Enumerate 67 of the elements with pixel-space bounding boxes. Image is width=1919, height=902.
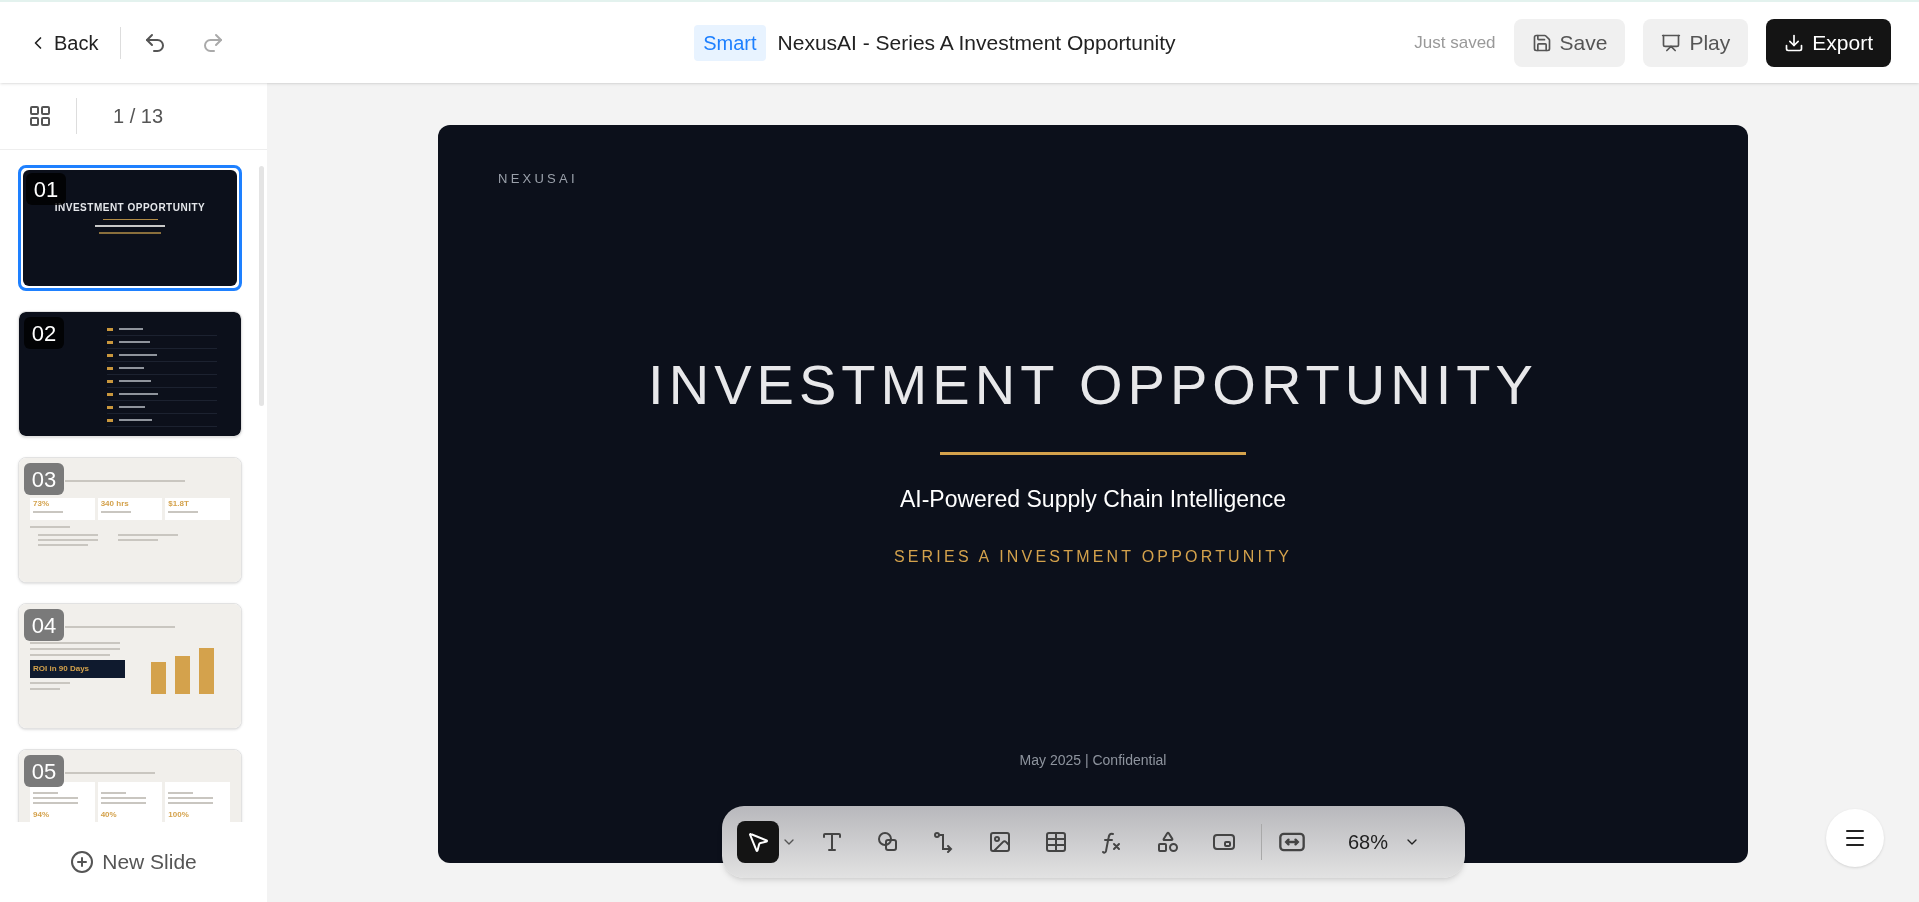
slide-title: INVESTMENT OPPORTUNITY <box>648 351 1538 418</box>
module-value: 94% <box>33 811 50 819</box>
text-line <box>38 544 88 546</box>
slide-thumbnail[interactable]: INVESTMENT OPPORTUNITY 01 <box>18 165 242 291</box>
stat-value: $1.8T <box>168 500 190 508</box>
slide-number: 04 <box>24 609 64 641</box>
text-line <box>33 511 63 513</box>
slide-tagline: SERIES A INVESTMENT OPPORTUNITY <box>893 546 1293 567</box>
module-value: 40% <box>100 811 118 819</box>
save-button[interactable]: Save <box>1513 18 1626 67</box>
text-line <box>100 511 131 513</box>
document-title: NexusAI - Series A Investment Opportunity <box>777 29 1176 56</box>
plus-icon <box>70 850 95 874</box>
back-button[interactable]: Back <box>28 27 99 58</box>
grid-icon <box>28 104 52 128</box>
text-line <box>168 792 194 794</box>
callout-text: ROI in 90 Days <box>33 663 90 675</box>
shapes-icon <box>1156 830 1180 854</box>
save-status: Just saved <box>1414 31 1496 54</box>
text-line <box>100 792 126 794</box>
mode-badge: Smart <box>694 24 766 61</box>
text-line <box>168 511 199 513</box>
page-counter: 1 / 13 <box>113 104 164 129</box>
zoom-dropdown[interactable]: 68% <box>1348 827 1421 857</box>
text-line <box>118 539 158 541</box>
image-icon <box>988 830 1012 854</box>
text-line <box>30 682 70 684</box>
text-line <box>168 797 214 799</box>
select-tool[interactable] <box>737 821 779 863</box>
stat-value: 73% <box>33 500 50 508</box>
download-icon <box>1784 32 1805 53</box>
module-value: 100% <box>168 811 190 819</box>
slide-number: 05 <box>24 755 64 787</box>
presentation-icon <box>1661 32 1682 53</box>
text-line <box>38 539 98 541</box>
slide-number: 03 <box>24 463 64 495</box>
menu-button[interactable] <box>1826 809 1884 867</box>
table-icon <box>1044 830 1068 854</box>
text-line <box>118 534 178 536</box>
text-line <box>33 792 58 794</box>
brand-label: NEXUSAI <box>497 170 579 188</box>
text-line <box>38 534 98 536</box>
shapes-icon <box>876 830 900 854</box>
text-line <box>100 797 146 799</box>
text-icon <box>820 830 844 854</box>
text-line <box>168 802 214 804</box>
slide-thumbnail[interactable]: 94% 40% 100% 05 <box>18 749 242 822</box>
text-line <box>33 797 78 799</box>
slide-subtitle: AI-Powered Supply Chain Intelligence <box>899 484 1287 514</box>
slide-footer: May 2025 | Confidential <box>1019 750 1167 769</box>
slide-thumbnail[interactable]: ROI in 90 Days 04 <box>18 603 242 729</box>
text-lines-drawing <box>95 225 165 235</box>
slide-thumbnail[interactable]: 73% 340 hrs $1.8T 03 <box>18 457 242 583</box>
export-button[interactable]: Export <box>1766 18 1891 67</box>
save-icon <box>1531 32 1552 53</box>
slide-number: 02 <box>24 317 64 349</box>
text-line <box>100 802 146 804</box>
new-slide-button[interactable]: New Slide <box>70 846 197 878</box>
grid-view-button[interactable] <box>28 104 52 128</box>
play-button[interactable]: Play <box>1643 18 1749 67</box>
slide-thumbnail[interactable]: 02 <box>18 311 242 437</box>
text-line <box>30 526 70 528</box>
text-line <box>30 688 60 690</box>
text-line <box>33 802 78 804</box>
stat-value: 340 hrs <box>100 500 130 508</box>
pointer-icon <box>746 830 770 854</box>
scrollbar[interactable] <box>259 166 264 406</box>
